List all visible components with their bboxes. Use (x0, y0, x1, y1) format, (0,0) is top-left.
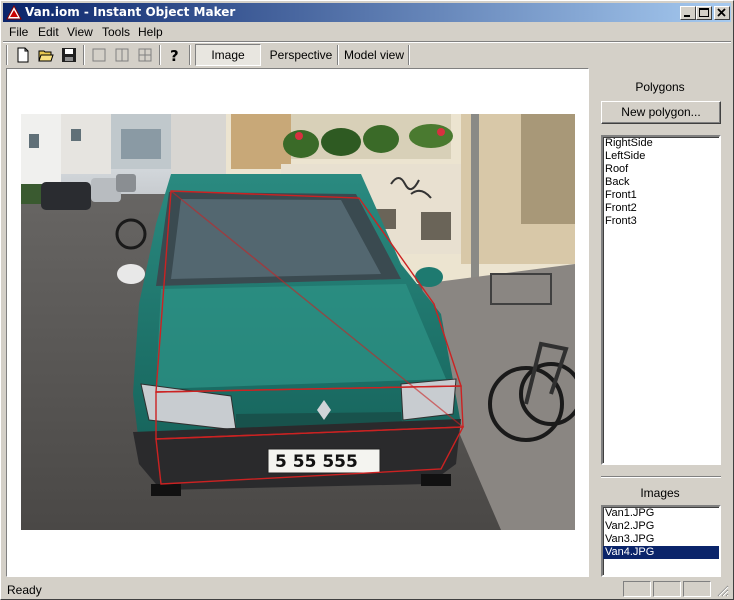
images-list[interactable]: Van1.JPG Van2.JPG Van3.JPG Van4.JPG (601, 505, 721, 577)
toolbar-grip (6, 45, 8, 65)
new-polygon-button[interactable]: New polygon... (601, 101, 721, 124)
close-button[interactable] (714, 6, 730, 20)
polygons-list[interactable]: RightSide LeftSide Roof Back Front1 Fron… (601, 135, 721, 465)
title-bar[interactable]: Van.iom - Instant Object Maker (3, 3, 731, 22)
menu-file[interactable]: File (9, 25, 28, 39)
app-window: Van.iom - Instant Object Maker File Edit… (0, 0, 734, 600)
tab-image[interactable]: Image (195, 44, 261, 66)
help-icon: ? (170, 47, 179, 63)
status-cell (653, 581, 681, 597)
toolbar-separator (408, 45, 410, 65)
list-item-selected[interactable]: Van4.JPG (603, 546, 719, 559)
new-file-icon (17, 47, 29, 63)
open-button[interactable] (35, 45, 57, 65)
tab-model-view[interactable]: Model view (340, 44, 408, 66)
menu-help[interactable]: Help (138, 25, 163, 39)
panel-divider (601, 476, 721, 478)
list-item[interactable]: Van3.JPG (603, 533, 719, 546)
resize-grip-icon[interactable] (715, 583, 729, 597)
app-icon (6, 5, 22, 20)
view-single-button[interactable] (88, 45, 110, 65)
window-title: Van.iom - Instant Object Maker (25, 5, 236, 19)
menu-bar: File Edit View Tools Help (3, 23, 731, 41)
maximize-icon (699, 8, 709, 17)
images-title: Images (640, 486, 680, 500)
list-item[interactable]: Front1 (603, 189, 719, 202)
view-single-icon (92, 48, 106, 62)
view-grid-button[interactable] (134, 45, 156, 65)
menu-tools[interactable]: Tools (102, 25, 130, 39)
tab-perspective[interactable]: Perspective (265, 44, 337, 66)
list-item[interactable]: Back (603, 176, 719, 189)
view-split-icon (115, 48, 129, 62)
toolbar-separator (159, 45, 161, 65)
new-button[interactable] (12, 45, 34, 65)
status-bar: Ready (3, 579, 731, 599)
help-button[interactable]: ? (164, 45, 186, 65)
van-photo[interactable]: 5 55 555 (21, 114, 575, 530)
close-icon (717, 8, 726, 17)
status-text: Ready (7, 583, 42, 597)
list-item[interactable]: RightSide (603, 137, 719, 150)
list-item[interactable]: Roof (603, 163, 719, 176)
image-canvas[interactable]: 5 55 555 (6, 68, 589, 577)
toolbar-separator (83, 45, 85, 65)
toolbar-separator (189, 45, 191, 65)
save-button[interactable] (58, 45, 80, 65)
list-item[interactable]: LeftSide (603, 150, 719, 163)
view-split-button[interactable] (111, 45, 133, 65)
svg-text:?: ? (170, 47, 179, 63)
save-disk-icon (62, 48, 76, 62)
list-item[interactable]: Van1.JPG (603, 507, 719, 520)
list-item[interactable]: Van2.JPG (603, 520, 719, 533)
view-grid-icon (138, 48, 152, 62)
list-item[interactable]: Front2 (603, 202, 719, 215)
open-folder-icon (38, 50, 54, 62)
polygons-title: Polygons (635, 80, 685, 94)
license-plate: 5 55 555 (275, 452, 358, 472)
menu-view[interactable]: View (67, 25, 93, 39)
status-cell (683, 581, 711, 597)
toolbar: ? Image Perspective Model view (3, 43, 731, 67)
status-cell (623, 581, 651, 597)
minimize-button[interactable] (680, 6, 696, 20)
side-panel: Polygons New polygon... RightSide LeftSi… (591, 68, 729, 577)
toolbar-separator (337, 45, 339, 65)
maximize-button[interactable] (696, 6, 712, 20)
minimize-icon (684, 15, 690, 17)
menu-edit[interactable]: Edit (38, 25, 59, 39)
list-item[interactable]: Front3 (603, 215, 719, 228)
